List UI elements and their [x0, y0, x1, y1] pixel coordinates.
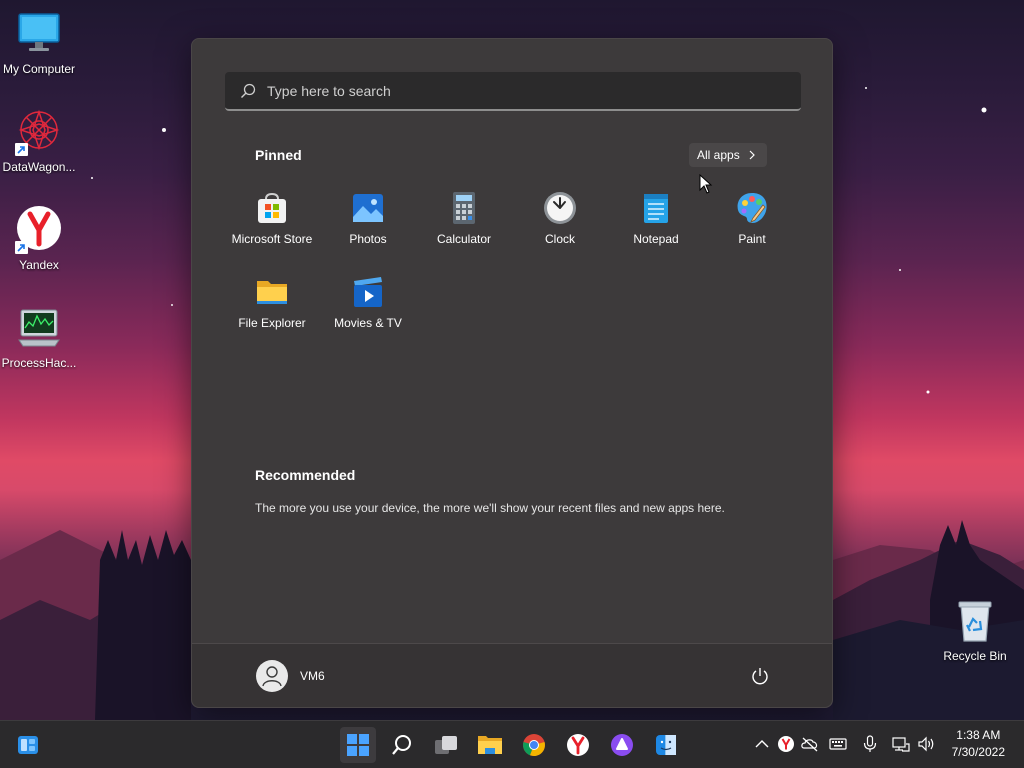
photos-icon	[351, 191, 385, 225]
yandex-browser-icon	[15, 206, 63, 254]
pinned-app-photos[interactable]: Photos	[320, 191, 416, 246]
finder-icon	[656, 735, 676, 755]
desktop-icon-my-computer[interactable]: My Computer	[0, 10, 78, 76]
user-avatar[interactable]	[256, 660, 288, 692]
desktop-icon-recycle-bin[interactable]: Recycle Bin	[936, 597, 1014, 663]
user-name[interactable]: VM6	[300, 669, 325, 683]
pinned-app-microsoft-store[interactable]: Microsoft Store	[224, 191, 320, 246]
taskbar-chrome[interactable]	[516, 727, 552, 763]
desktop-icon-label: ProcessHac...	[1, 356, 77, 370]
network-icon[interactable]	[891, 734, 911, 754]
chevron-up-icon[interactable]	[752, 734, 772, 754]
recycle-bin-icon	[951, 597, 999, 645]
task-view-button[interactable]	[428, 727, 464, 763]
task-view-icon	[435, 736, 457, 754]
start-button[interactable]	[340, 727, 376, 763]
desktop-icon-yandex[interactable]: Yandex	[0, 206, 78, 272]
start-menu-footer: VM6	[192, 643, 832, 707]
widgets-button[interactable]	[10, 727, 46, 763]
pinned-app-notepad[interactable]: Notepad	[608, 191, 704, 246]
search-placeholder: Type here to search	[267, 82, 391, 99]
pinned-app-label: Paint	[738, 232, 766, 246]
pinned-app-label: Photos	[349, 232, 387, 246]
file-explorer-icon	[478, 736, 502, 754]
shortcut-arrow-icon	[15, 241, 28, 254]
onedrive-offline-icon[interactable]	[800, 734, 820, 754]
search-icon	[241, 83, 256, 98]
taskbar-clock[interactable]: 1:38 AM 7/30/2022	[952, 727, 1005, 761]
pinned-app-calculator[interactable]: Calculator	[416, 191, 512, 246]
pinned-app-label: File Explorer	[238, 316, 306, 330]
store-icon	[255, 191, 289, 225]
desktop-icon-label: DataWagon...	[2, 160, 76, 174]
keyboard-icon[interactable]	[828, 734, 848, 754]
search-icon	[392, 735, 411, 755]
pinned-app-movies-tv[interactable]: Movies & TV	[320, 275, 416, 330]
taskbar-finder[interactable]	[648, 727, 684, 763]
pinned-app-clock[interactable]: Clock	[512, 191, 608, 246]
start-search-box[interactable]: Type here to search	[225, 72, 801, 111]
clock-icon	[543, 191, 577, 225]
all-apps-label: All apps	[697, 148, 740, 162]
widgets-icon	[18, 736, 38, 754]
datawagon-icon	[15, 108, 63, 156]
taskbar-search-button[interactable]	[384, 727, 420, 763]
mouse-cursor-icon	[699, 174, 713, 194]
chevron-right-icon	[749, 150, 755, 160]
yandex-tray-icon[interactable]	[776, 734, 796, 754]
pinned-title: Pinned	[255, 147, 302, 163]
taskbar-alice[interactable]	[604, 727, 640, 763]
processhacker-icon	[15, 304, 63, 352]
recommended-title: Recommended	[255, 467, 356, 483]
clock-date: 7/30/2022	[951, 745, 1005, 759]
taskbar-file-explorer[interactable]	[472, 727, 508, 763]
recommended-empty-text: The more you use your device, the more w…	[255, 501, 725, 515]
pinned-app-file-explorer[interactable]: File Explorer	[224, 275, 320, 330]
pinned-app-label: Microsoft Store	[231, 232, 313, 246]
user-icon	[262, 666, 282, 687]
start-menu: Type here to search Pinned All apps Micr…	[191, 38, 833, 708]
desktop-icon-datawagon[interactable]: DataWagon...	[0, 108, 78, 174]
start-icon	[347, 734, 369, 756]
chrome-icon	[523, 734, 545, 757]
alice-icon	[611, 734, 633, 756]
clock-time: 1:38 AM	[956, 728, 1001, 742]
monitor-icon	[15, 10, 63, 58]
all-apps-button[interactable]: All apps	[689, 143, 767, 167]
calculator-icon	[447, 191, 481, 225]
folder-icon	[255, 275, 289, 309]
desktop-icon-label: Recycle Bin	[943, 649, 1007, 663]
microphone-icon[interactable]	[860, 734, 880, 754]
shortcut-arrow-icon	[15, 143, 28, 156]
movies-icon	[351, 275, 385, 309]
pinned-app-label: Clock	[544, 232, 575, 246]
desktop-icon-label: Yandex	[19, 258, 59, 272]
desktop-icon-label: My Computer	[2, 62, 76, 76]
power-icon[interactable]	[750, 666, 770, 686]
pinned-app-label: Movies & TV	[334, 316, 402, 330]
pinned-app-label: Calculator	[436, 232, 492, 246]
pinned-app-paint[interactable]: Paint	[704, 191, 800, 246]
notepad-icon	[639, 191, 673, 225]
yandex-icon	[567, 734, 589, 756]
paint-icon	[735, 191, 769, 225]
pinned-app-label: Notepad	[633, 232, 679, 246]
desktop-icon-processhacker[interactable]: ProcessHac...	[0, 304, 78, 370]
volume-icon[interactable]	[916, 734, 936, 754]
taskbar-yandex[interactable]	[560, 727, 596, 763]
